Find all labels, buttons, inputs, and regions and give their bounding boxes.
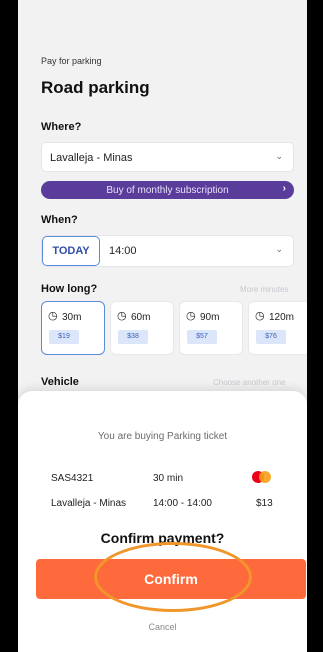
monthly-subscription-button[interactable]: Buy of monthly subscription › bbox=[41, 181, 294, 199]
choose-vehicle-link[interactable]: Choose another one bbox=[213, 378, 286, 387]
parking-location: Lavalleja - Minas bbox=[51, 498, 127, 509]
duration-options: ◷ 30m $19 ◷ 60m $38 ◷ 90m $57 ◷ 120m $76 bbox=[41, 301, 307, 355]
when-label: When? bbox=[41, 214, 78, 226]
clock-icon: ◷ bbox=[255, 310, 265, 322]
parking-time-range: 14:00 - 14:00 bbox=[153, 498, 212, 509]
page-pretitle: Pay for parking bbox=[41, 56, 102, 66]
clock-icon: ◷ bbox=[117, 310, 127, 322]
payment-amount: $13 bbox=[256, 498, 273, 509]
duration-minutes: 120m bbox=[269, 312, 295, 323]
license-plate: SAS4321 bbox=[51, 473, 94, 484]
location-select[interactable]: Lavalleja - Minas ⌄ bbox=[41, 142, 294, 172]
time-select[interactable]: TODAY 14:00 ⌄ bbox=[41, 235, 294, 267]
chevron-down-icon: ⌄ bbox=[275, 244, 283, 254]
time-value: 14:00 bbox=[109, 245, 137, 257]
mastercard-icon bbox=[252, 471, 272, 485]
subscription-label: Buy of monthly subscription bbox=[106, 185, 229, 196]
vehicle-label: Vehicle bbox=[41, 376, 79, 388]
duration-price: $76 bbox=[256, 330, 286, 344]
duration-minutes: 60m bbox=[131, 312, 151, 323]
duration-option-120m[interactable]: ◷ 120m $76 bbox=[248, 301, 307, 355]
highlight-circle bbox=[94, 542, 252, 612]
chevron-down-icon: ⌄ bbox=[275, 151, 283, 161]
chevron-right-icon: › bbox=[282, 183, 286, 194]
duration-minutes: 90m bbox=[200, 312, 220, 323]
clock-icon: ◷ bbox=[48, 310, 58, 322]
cancel-button[interactable]: Cancel bbox=[18, 622, 307, 632]
duration-option-60m[interactable]: ◷ 60m $38 bbox=[110, 301, 174, 355]
parking-duration: 30 min bbox=[153, 473, 184, 484]
how-long-label: How long? bbox=[41, 283, 98, 295]
buying-ticket-text: You are buying Parking ticket bbox=[97, 431, 228, 442]
where-label: Where? bbox=[41, 121, 82, 133]
duration-price: $38 bbox=[118, 330, 148, 344]
today-button[interactable]: TODAY bbox=[42, 236, 100, 266]
duration-price: $19 bbox=[49, 330, 79, 344]
duration-price: $57 bbox=[187, 330, 217, 344]
payment-confirmation-sheet: You are buying Parking ticket SAS4321 30… bbox=[18, 391, 307, 652]
duration-minutes: 30m bbox=[62, 312, 82, 323]
duration-option-30m[interactable]: ◷ 30m $19 bbox=[41, 301, 105, 355]
duration-option-90m[interactable]: ◷ 90m $57 bbox=[179, 301, 243, 355]
phone-screen: Pay for parking Road parking Where? Lava… bbox=[18, 0, 307, 652]
location-value: Lavalleja - Minas bbox=[50, 152, 133, 164]
page-title: Road parking bbox=[41, 78, 150, 97]
device-bezel-right bbox=[307, 0, 323, 652]
more-minutes-link[interactable]: More minutes bbox=[240, 285, 288, 294]
clock-icon: ◷ bbox=[186, 310, 196, 322]
device-bezel-left bbox=[0, 0, 18, 652]
